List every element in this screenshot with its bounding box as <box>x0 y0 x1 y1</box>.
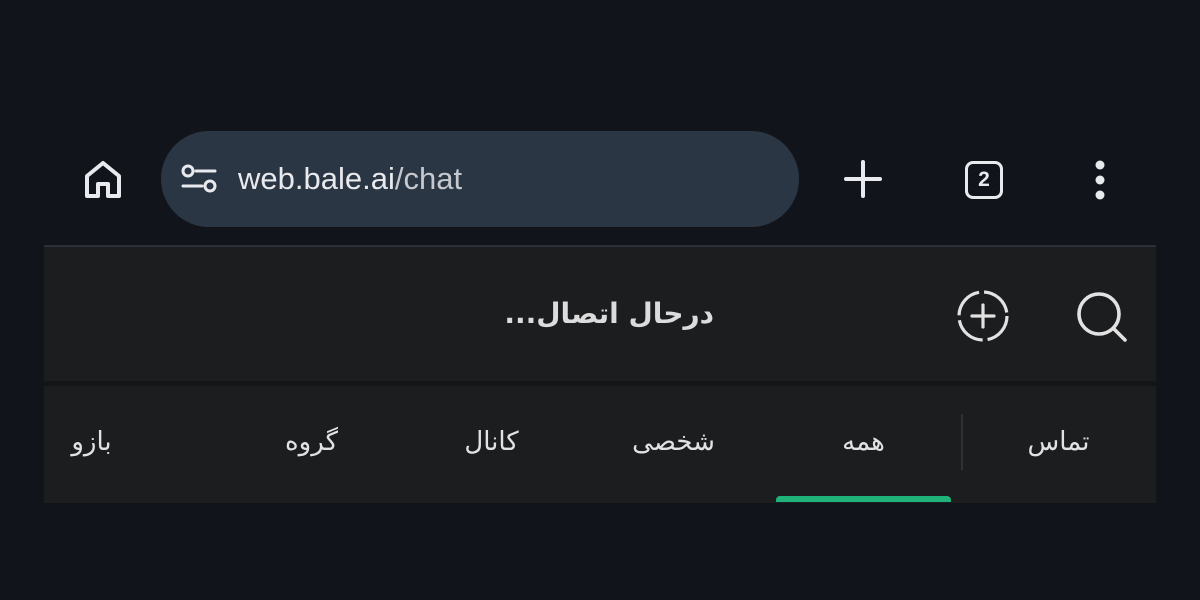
tab-channels[interactable]: کانال <box>404 386 579 498</box>
site-settings-button[interactable] <box>177 157 221 201</box>
tab-all[interactable]: همه <box>776 386 951 498</box>
url-host: web.bale.ai <box>238 161 395 196</box>
address-bar[interactable]: web.bale.ai/chat <box>161 131 799 227</box>
web-content: درحال اتصال... تماس همه شخصی کانال گروه … <box>44 245 1156 503</box>
url-text[interactable]: web.bale.ai/chat <box>238 131 462 227</box>
app-header: درحال اتصال... <box>44 247 1156 381</box>
browser-toolbar: web.bale.ai/chat 2 <box>0 0 1200 245</box>
new-tab-button[interactable] <box>836 152 890 206</box>
active-tab-indicator <box>776 496 951 502</box>
tab-count: 2 <box>965 161 1003 199</box>
chat-filter-tabs: تماس همه شخصی کانال گروه بازو <box>44 386 1156 503</box>
tab-divider <box>961 414 963 470</box>
tab-personal[interactable]: شخصی <box>586 386 761 498</box>
more-vert-icon <box>1095 160 1105 200</box>
home-button[interactable] <box>76 152 130 206</box>
tab-switcher-button[interactable]: 2 <box>958 154 1010 206</box>
tab-groups[interactable]: گروه <box>224 386 399 498</box>
connection-status-title: درحال اتصال... <box>504 297 714 330</box>
new-chat-button[interactable] <box>954 287 1012 345</box>
add-circle-dashed-icon <box>957 290 1009 342</box>
url-path: /chat <box>394 161 463 196</box>
tab-calls[interactable]: تماس <box>961 386 1156 498</box>
browser-menu-button[interactable] <box>1076 152 1124 208</box>
plus-icon <box>844 160 882 198</box>
tune-icon <box>181 164 217 193</box>
tab-bots[interactable]: بازو <box>44 386 139 498</box>
search-button[interactable] <box>1072 287 1132 347</box>
search-icon <box>1077 292 1127 342</box>
home-icon <box>85 161 121 198</box>
